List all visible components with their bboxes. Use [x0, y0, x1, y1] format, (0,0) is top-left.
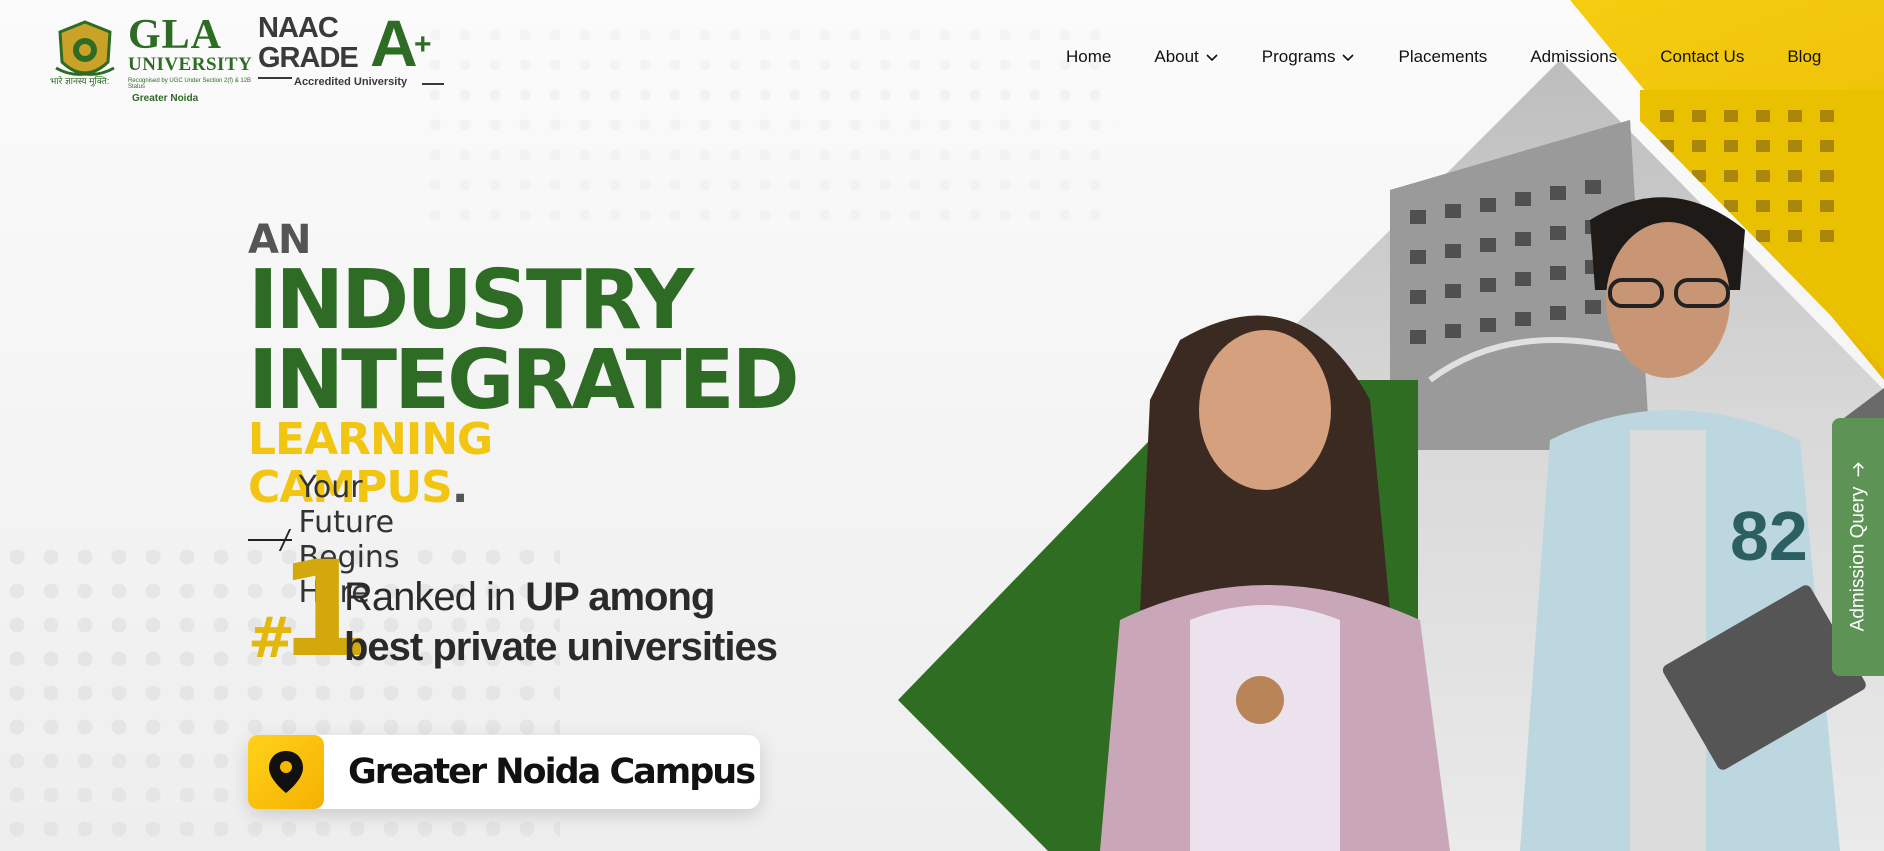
nav-admissions[interactable]: Admissions: [1530, 46, 1617, 68]
location-pin-box: [248, 735, 324, 809]
nav-about[interactable]: About: [1154, 46, 1218, 68]
nav-programs-label: Programs: [1261, 47, 1336, 66]
naac-grade-letter: A: [370, 6, 418, 80]
campus-location-button[interactable]: Greater Noida Campus: [248, 735, 760, 809]
nav-admissions-label: Admissions: [1530, 47, 1618, 66]
location-pin-icon: [269, 751, 303, 793]
nav-home[interactable]: Home: [1066, 46, 1111, 68]
gla-wordmark: GLA UNIVERSITY Recognised by UGC Under S…: [128, 14, 252, 104]
svg-text:82: 82: [1730, 497, 1808, 575]
headline-integrated: INTEGRATED: [248, 333, 800, 428]
naac-badge: NAAC GRADE A + Accredited University: [258, 6, 448, 92]
naac-grade-plus: +: [414, 28, 432, 61]
naac-divider-right: [422, 83, 444, 85]
nav-placements-label: Placements: [1398, 47, 1488, 66]
chevron-down-icon: [1342, 54, 1355, 62]
headline-industry: INDUSTRY: [248, 253, 694, 348]
student-boy-photo: 82: [1520, 197, 1866, 851]
rank-text-ranked-in: Ranked in: [344, 575, 526, 619]
naac-word: NAAC: [258, 12, 339, 44]
nav-about-label: About: [1154, 47, 1199, 66]
rank-text-up-among: UP among: [525, 575, 715, 619]
nav-blog-label: Blog: [1787, 47, 1822, 66]
gla-location: Greater Noida: [132, 93, 199, 104]
naac-accredited-text: Accredited University: [294, 76, 408, 88]
nav-programs[interactable]: Programs: [1262, 46, 1356, 68]
nav-blog[interactable]: Blog: [1787, 46, 1821, 68]
admission-query-label: Admission Query: [1847, 486, 1869, 632]
gla-recognition-text: Recognised by UGC Under Section 2(f) & 1…: [128, 78, 252, 90]
gla-university-logo[interactable]: GLA UNIVERSITY Recognised by UGC Under S…: [50, 14, 252, 104]
nav-contact-us[interactable]: Contact Us: [1660, 46, 1744, 68]
naac-divider-left: [258, 77, 292, 79]
naac-grade-word: GRADE: [258, 42, 359, 74]
admission-query-tab[interactable]: Admission Query: [1832, 418, 1884, 676]
rank-text-best-private: best private universities: [344, 625, 778, 669]
rank-description: Ranked in UP among best private universi…: [344, 572, 824, 672]
campus-label: Greater Noida Campus: [348, 752, 756, 792]
arrow-up-icon: [1852, 462, 1864, 477]
nav-placements[interactable]: Placements: [1398, 46, 1487, 68]
main-navigation: Home About Programs Placements Admission…: [1066, 46, 1821, 68]
nav-home-label: Home: [1066, 47, 1112, 66]
gla-university-word: UNIVERSITY: [128, 54, 253, 75]
nav-contact-label: Contact Us: [1660, 47, 1745, 66]
chevron-down-icon: [1206, 54, 1218, 62]
admission-query-label-wrap: Admission Query: [1847, 462, 1869, 632]
dot-pattern-top: [420, 20, 1120, 240]
gla-motto: भारे ज्ञानस्य मुक्ति:: [50, 76, 110, 86]
gla-name: GLA: [128, 12, 223, 58]
